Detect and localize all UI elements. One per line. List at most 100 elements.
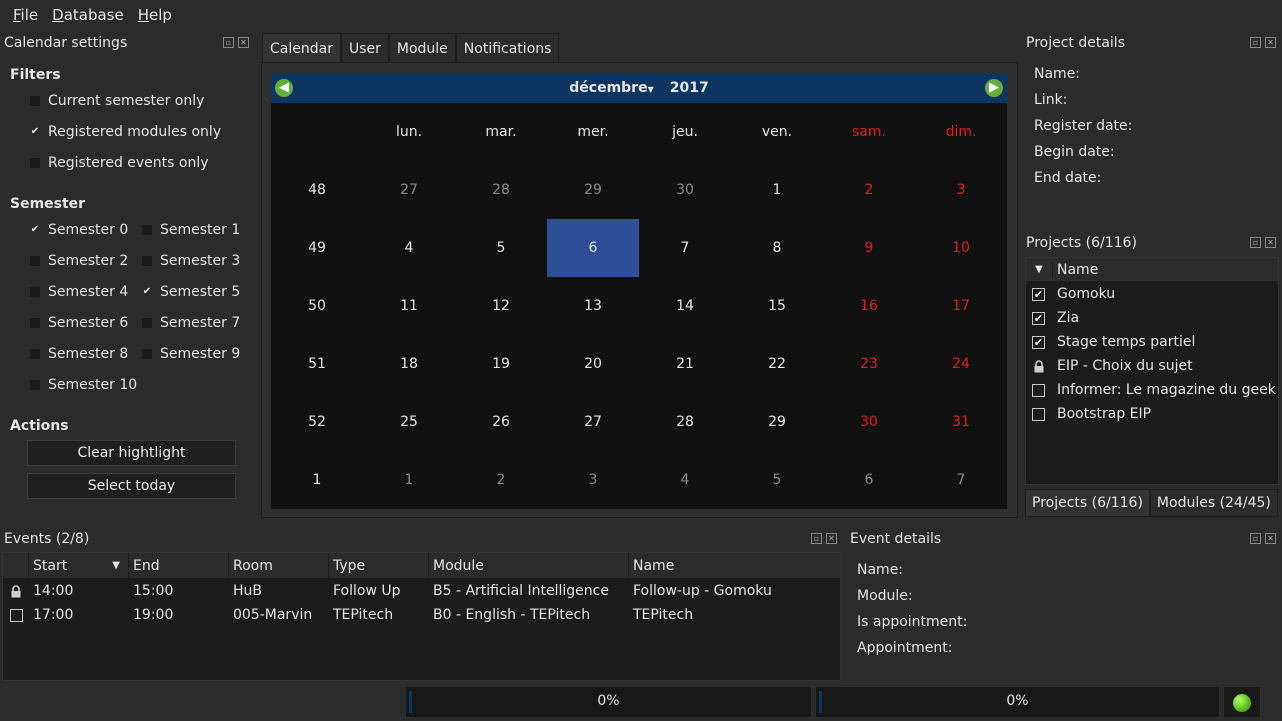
semester-6[interactable]: Semester 6 — [30, 315, 128, 331]
calendar-day[interactable]: 29 — [731, 393, 823, 451]
calendar-day[interactable]: 26 — [455, 393, 547, 451]
float-icon[interactable]: ▫ — [1250, 533, 1261, 544]
checkbox[interactable] — [30, 318, 40, 328]
table-row[interactable]: 14:00 15:00 HuB Follow Up B5 - Artificia… — [3, 579, 840, 603]
semester-7[interactable]: Semester 7 — [142, 315, 240, 331]
menu-file[interactable]: File — [6, 6, 45, 24]
column-name-header[interactable]: Name — [629, 553, 840, 579]
checkbox[interactable] — [30, 287, 40, 297]
calendar-day[interactable]: 31 — [915, 393, 1007, 451]
calendar-day[interactable]: 12 — [455, 277, 547, 335]
calendar-day[interactable]: 17 — [915, 277, 1007, 335]
semester-8[interactable]: Semester 8 — [30, 346, 128, 362]
calendar-day[interactable]: 19 — [455, 335, 547, 393]
checkbox-checked[interactable]: ✔ — [30, 127, 40, 137]
calendar-day[interactable]: 30 — [823, 393, 915, 451]
calendar-day[interactable]: 29 — [547, 161, 639, 219]
checkbox[interactable] — [142, 318, 152, 328]
checkbox[interactable] — [30, 158, 40, 168]
calendar-day[interactable]: 16 — [823, 277, 915, 335]
float-icon[interactable]: ▫ — [1250, 37, 1261, 48]
calendar-day[interactable]: 23 — [823, 335, 915, 393]
checkbox[interactable] — [1032, 407, 1045, 421]
tab-module[interactable]: Module — [388, 33, 456, 63]
tab-projects[interactable]: Projects (6/116) — [1025, 489, 1150, 517]
year-label[interactable]: 2017 — [670, 80, 709, 96]
table-row[interactable]: 17:00 19:00 005-Marvin TEPitech B0 - Eng… — [3, 603, 840, 627]
calendar-day[interactable]: 4 — [639, 451, 731, 509]
tab-user[interactable]: User — [340, 33, 389, 63]
calendar-day[interactable]: 10 — [915, 219, 1007, 277]
checkbox[interactable] — [30, 96, 40, 106]
list-item[interactable]: ✔ Gomoku — [1026, 282, 1278, 306]
checkbox[interactable] — [9, 608, 23, 622]
close-icon[interactable]: ✕ — [1265, 37, 1276, 48]
checkbox-checked[interactable]: ✔ — [1032, 335, 1045, 349]
column-name-header[interactable]: Name — [1052, 261, 1098, 278]
calendar-day[interactable]: 28 — [455, 161, 547, 219]
column-room-header[interactable]: Room — [229, 553, 329, 579]
checkbox-checked[interactable]: ✔ — [1032, 287, 1045, 301]
semester-3[interactable]: Semester 3 — [142, 253, 240, 269]
checkbox-checked[interactable]: ✔ — [30, 225, 40, 235]
prev-month-arrow-icon[interactable]: ◀ — [275, 79, 293, 97]
float-icon[interactable]: ▫ — [223, 37, 234, 48]
calendar-day[interactable]: 3 — [547, 451, 639, 509]
calendar-day[interactable]: 3 — [915, 161, 1007, 219]
float-icon[interactable]: ▫ — [1250, 237, 1261, 248]
column-module-header[interactable]: Module — [429, 553, 629, 579]
calendar-day[interactable]: 24 — [915, 335, 1007, 393]
close-icon[interactable]: ✕ — [826, 533, 837, 544]
calendar-day[interactable]: 13 — [547, 277, 639, 335]
column-type-header[interactable]: Type — [329, 553, 429, 579]
sort-arrow-icon[interactable]: ▼ — [1026, 264, 1052, 275]
calendar-day[interactable]: 27 — [363, 161, 455, 219]
semester-10[interactable]: Semester 10 — [30, 377, 137, 393]
month-selector[interactable]: décembre▼ — [569, 80, 653, 96]
calendar-day[interactable]: 5 — [731, 451, 823, 509]
checkbox[interactable] — [30, 380, 40, 390]
calendar-day[interactable]: 20 — [547, 335, 639, 393]
calendar-day[interactable]: 5 — [455, 219, 547, 277]
list-item[interactable]: Informer: Le magazine du geek — [1026, 378, 1278, 402]
filter-registered-modules[interactable]: ✔ Registered modules only — [30, 124, 221, 140]
menu-help[interactable]: Help — [131, 6, 179, 24]
close-icon[interactable]: ✕ — [238, 37, 249, 48]
semester-4[interactable]: Semester 4 — [30, 284, 128, 300]
checkbox[interactable] — [142, 256, 152, 266]
calendar-day[interactable]: 2 — [823, 161, 915, 219]
list-item[interactable]: EIP - Choix du sujet — [1026, 354, 1278, 378]
tab-modules[interactable]: Modules (24/45) — [1149, 489, 1278, 517]
calendar-day[interactable]: 1 — [363, 451, 455, 509]
clear-highlight-button[interactable]: Clear hightlight — [27, 440, 236, 466]
menu-database[interactable]: Database — [45, 6, 131, 24]
calendar-day[interactable]: 9 — [823, 219, 915, 277]
calendar-day[interactable]: 8 — [731, 219, 823, 277]
select-today-button[interactable]: Select today — [27, 473, 236, 499]
calendar-day[interactable]: 27 — [547, 393, 639, 451]
semester-5[interactable]: ✔ Semester 5 — [142, 284, 240, 300]
checkbox-checked[interactable]: ✔ — [142, 287, 152, 297]
checkbox-checked[interactable]: ✔ — [1032, 311, 1045, 325]
calendar-day[interactable]: 18 — [363, 335, 455, 393]
calendar-day[interactable]: 30 — [639, 161, 731, 219]
checkbox[interactable] — [1032, 383, 1045, 397]
semester-2[interactable]: Semester 2 — [30, 253, 128, 269]
calendar-day[interactable]: 15 — [731, 277, 823, 335]
filter-registered-events[interactable]: Registered events only — [30, 155, 209, 171]
checkbox[interactable] — [30, 256, 40, 266]
column-end-header[interactable]: End — [129, 553, 229, 579]
checkbox[interactable] — [142, 225, 152, 235]
calendar-day[interactable]: 7 — [915, 451, 1007, 509]
calendar-day[interactable]: 14 — [639, 277, 731, 335]
tab-notifications[interactable]: Notifications — [455, 33, 560, 63]
calendar-day[interactable]: 25 — [363, 393, 455, 451]
calendar-day[interactable]: 1 — [731, 161, 823, 219]
calendar-day[interactable]: 22 — [731, 335, 823, 393]
next-month-arrow-icon[interactable]: ▶ — [985, 79, 1003, 97]
semester-1[interactable]: Semester 1 — [142, 222, 240, 238]
float-icon[interactable]: ▫ — [811, 533, 822, 544]
semester-9[interactable]: Semester 9 — [142, 346, 240, 362]
column-start-header[interactable]: Start ▼ — [29, 553, 129, 579]
checkbox[interactable] — [30, 349, 40, 359]
